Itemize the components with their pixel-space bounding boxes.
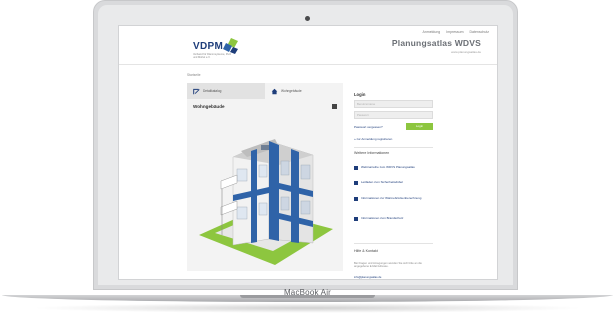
breadcrumb[interactable]: Startseite	[187, 73, 200, 77]
tab-label: Wohngebäude	[281, 89, 302, 93]
contact-email-link[interactable]: info@planungsatlas.de	[354, 276, 381, 279]
tab-detailkatalog[interactable]: Detailkatalog	[187, 83, 265, 99]
logo-wordmark: VDPM	[193, 41, 224, 52]
contact-text: Bei Fragen und Anregungen wenden Sie sic…	[354, 262, 422, 269]
login-button[interactable]: Login	[406, 123, 433, 130]
register-link[interactable]: » zur Anmeldung registrieren	[354, 137, 392, 141]
document-icon	[354, 196, 358, 201]
page-subtitle: www.planungsatlas.de	[451, 50, 481, 54]
document-icon	[354, 216, 358, 221]
browser-screen: Anmeldung Impressum Datenschutz VDPM Ver…	[118, 25, 498, 280]
header-divider	[119, 64, 497, 65]
tab-wohngebaeude[interactable]: Wohngebäude	[265, 83, 343, 99]
info-link-label: Informationen zur Wärmebrückenberechnung	[361, 196, 422, 200]
topnav-item-impressum[interactable]: Impressum	[446, 30, 463, 34]
document-icon	[354, 180, 358, 185]
house-icon	[271, 88, 278, 94]
info-link-leitfaden[interactable]: Leitfaden zum Sicherheitsdübel	[354, 180, 433, 185]
info-link-label: Informationen zum Brandschutz	[361, 216, 404, 220]
tab-label: Detailkatalog	[203, 89, 222, 93]
info-link-webinar[interactable]: Webinarreihe zum WDVS Planungsatlas	[354, 165, 433, 170]
divider	[354, 147, 433, 148]
laptop-shadow	[30, 303, 585, 313]
topnav-item-datenschutz[interactable]: Datenschutz	[470, 30, 489, 34]
contact-section-title: Hilfe & Kontakt	[354, 249, 378, 253]
info-link-label: Webinarreihe zum WDVS Planungsatlas	[361, 165, 415, 169]
panel-title: Wohngebäude	[193, 104, 225, 109]
page-title: Planungsatlas WDVS	[391, 38, 481, 48]
logo-subtext: Verband für Dämmsysteme, Putz und Mörtel…	[193, 53, 232, 59]
sidebar: Login Benutzername Passwort Passwort ver…	[348, 83, 438, 279]
forgot-password-link[interactable]: Passwort vergessen?	[354, 125, 383, 129]
info-section-title: Weitere Informationen	[354, 151, 390, 155]
pen-ruler-icon	[193, 88, 200, 94]
password-field[interactable]: Passwort	[354, 111, 433, 119]
building-illustration[interactable]	[195, 117, 337, 267]
document-icon	[354, 165, 358, 170]
username-field[interactable]: Benutzername	[354, 100, 433, 108]
info-link-label: Leitfaden zum Sicherheitsdübel	[361, 180, 403, 184]
building-panel: Detailkatalog Wohngebäude Wohngebäude	[187, 83, 343, 271]
topnav-item-anmeldung[interactable]: Anmeldung	[423, 30, 441, 34]
camera-icon	[305, 16, 310, 21]
top-navigation: Anmeldung Impressum Datenschutz	[423, 30, 490, 34]
info-link-waermebruecken[interactable]: Informationen zur Wärmebrückenberechnung	[354, 196, 433, 201]
info-link-brandschutz[interactable]: Informationen zum Brandschutz	[354, 216, 433, 221]
panel-tabs: Detailkatalog Wohngebäude	[187, 83, 343, 99]
device-brand-label: MacBook Air	[283, 288, 332, 297]
divider	[354, 243, 433, 244]
login-title: Login	[354, 92, 366, 97]
print-icon[interactable]	[332, 104, 337, 109]
laptop-mockup: MacBook Air Anmeldung Impressum Datensch…	[0, 0, 615, 322]
